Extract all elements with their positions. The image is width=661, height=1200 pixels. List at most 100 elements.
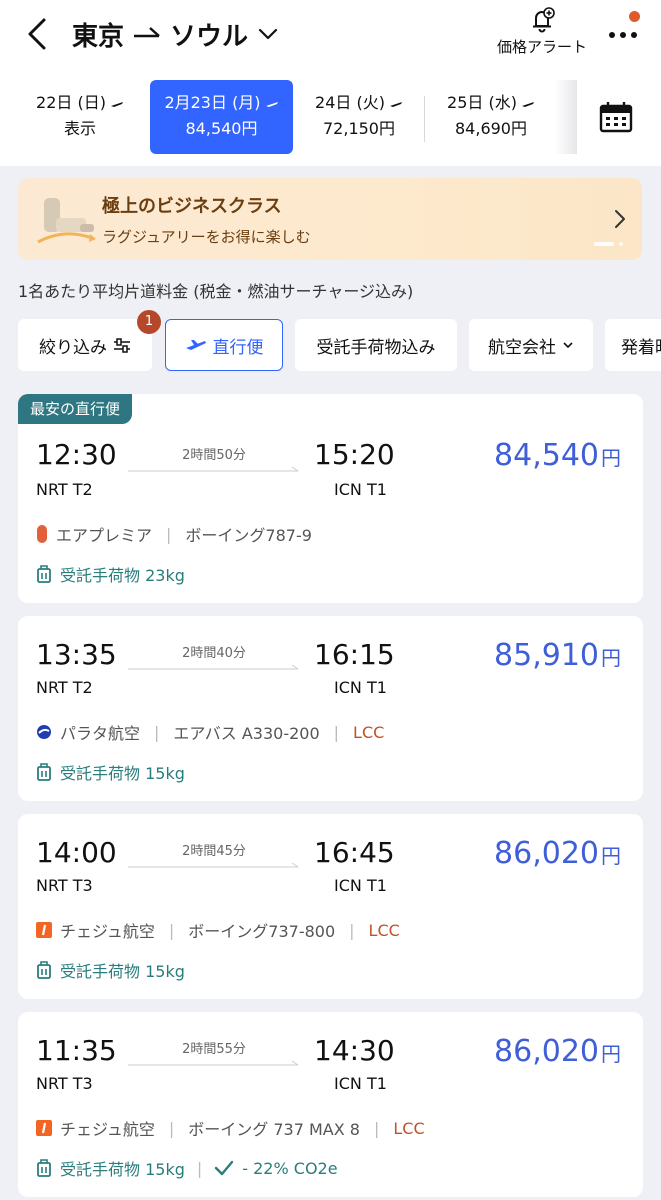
price-alert-label: 価格アラート	[496, 38, 587, 56]
separator: |	[333, 722, 340, 742]
flight-price: 86,020 円	[494, 1034, 621, 1069]
date-sub: 表示	[63, 119, 96, 138]
arrival-time: 14:30	[314, 1034, 395, 1067]
arrival-airport: ICN T1	[334, 480, 387, 499]
route-selector[interactable]: 東京 ソウル	[72, 14, 278, 54]
date-option[interactable]: 22日 (日) 表示	[24, 80, 136, 154]
date-label: 22日 (日)	[36, 93, 106, 112]
refine-filter-label: 絞り込み	[39, 337, 107, 358]
airline-info: チェジュ航空 | ボーイング737-800 | LCC	[36, 918, 400, 942]
luggage-icon	[37, 1159, 51, 1177]
flight-card[interactable]: 11:35 2時間55分 14:30 86,020 円 NRT T3 ICN T1…	[18, 1012, 643, 1197]
currency: 円	[601, 1042, 621, 1066]
origin-city: 東京	[72, 21, 125, 52]
baggage-filter[interactable]: 受託手荷物込み	[295, 319, 457, 371]
baggage-allowance: 受託手荷物 15kg	[60, 962, 185, 981]
luggage-icon	[37, 565, 51, 583]
plane-icon	[521, 101, 534, 107]
plane-icon	[110, 101, 123, 107]
separator: |	[168, 920, 175, 940]
airline-name: チェジュ航空	[60, 1120, 155, 1139]
date-price: 84,690円	[455, 119, 527, 138]
checkmark-icon	[215, 1160, 234, 1176]
date-label: 25日 (水)	[447, 93, 517, 112]
price-value: 86,020	[494, 1034, 599, 1069]
airline-info: パラタ航空 | エアバス A330-200 | LCC	[36, 720, 384, 744]
arrival-airport: ICN T1	[334, 1074, 387, 1093]
aircraft-type: ボーイング787-9	[185, 526, 312, 545]
flight-card[interactable]: 13:35 2時間40分 16:15 85,910 円 NRT T2 ICN T1…	[18, 616, 643, 801]
flight-duration: 2時間40分	[182, 646, 246, 661]
separator: |	[349, 920, 355, 940]
flight-duration: 2時間50分	[182, 448, 246, 463]
lcc-label: LCC	[353, 722, 385, 742]
jeju-air-logo-icon	[36, 922, 52, 938]
price-value: 86,020	[494, 836, 599, 871]
duration-line	[128, 1060, 299, 1066]
price-value: 85,910	[494, 638, 599, 673]
date-option[interactable]: 24日 (火) 72,150円	[300, 80, 418, 154]
duration-line	[128, 466, 299, 472]
notification-dot	[629, 11, 640, 22]
sliders-icon	[114, 338, 130, 353]
departure-time: 12:30	[36, 438, 117, 471]
departure-time: 11:35	[36, 1034, 117, 1067]
price-alert-button[interactable]: 価格アラート	[494, 6, 590, 60]
luggage-icon	[37, 763, 51, 781]
arrival-airport: ICN T1	[334, 678, 387, 697]
calendar-icon[interactable]	[598, 100, 634, 134]
separator: |	[373, 1118, 380, 1138]
lcc-label: LCC	[393, 1118, 425, 1138]
date-price: 84,540円	[185, 119, 258, 138]
date-option[interactable]: 25日 (水) 84,690円	[432, 80, 550, 154]
filter-bar: 絞り込み 直行便 受託手荷物込み 航空会社 発着時	[18, 319, 661, 371]
chevron-down-icon	[258, 28, 278, 40]
separator: |	[196, 1158, 203, 1178]
top-bar: 東京 ソウル 価格アラート	[0, 0, 661, 70]
airline-filter[interactable]: 航空会社	[469, 319, 593, 371]
airline-name: チェジュ航空	[60, 922, 155, 941]
chevron-right-icon	[615, 210, 625, 228]
plane-icon	[265, 101, 278, 107]
date-option-selected[interactable]: 2月23日 (月) 84,540円	[150, 80, 293, 154]
baggage-info: 受託手荷物 23kg	[36, 562, 185, 586]
date-price: 72,150円	[323, 119, 395, 138]
jeju-air-logo-icon	[36, 1120, 52, 1136]
plane-icon	[389, 101, 402, 107]
baggage-info: 受託手荷物 15kg	[36, 760, 185, 784]
airline-info: チェジュ航空 | ボーイング 737 MAX 8 | LCC	[36, 1116, 425, 1140]
baggage-allowance: 受託手荷物 23kg	[60, 566, 185, 585]
cheapest-direct-tag: 最安の直行便	[18, 394, 133, 424]
departure-airport: NRT T3	[36, 876, 93, 895]
currency: 円	[601, 646, 621, 670]
back-arrow-icon[interactable]	[22, 14, 52, 54]
departure-time-filter[interactable]: 発着時	[605, 319, 661, 371]
airline-name: エアプレミア	[56, 526, 153, 545]
fare-note: 1名あたり平均片道料金 (税金・燃油サーチャージ込み)	[18, 282, 414, 301]
business-class-banner[interactable]: 極上のビジネスクラス ラグジュアリーをお得に楽しむ	[18, 178, 642, 260]
scroll-fade	[555, 80, 577, 154]
direct-flight-filter[interactable]: 直行便	[165, 319, 283, 371]
currency: 円	[601, 446, 621, 470]
baggage-info: 受託手荷物 15kg | - 22% CO2e	[36, 1156, 338, 1180]
business-seat-image	[37, 198, 96, 244]
banner-title: 極上のビジネスクラス	[102, 196, 282, 217]
flight-card[interactable]: 最安の直行便 12:30 2時間50分 15:20 84,540 円 NRT T2…	[18, 394, 643, 603]
airline-filter-label: 航空会社	[488, 337, 556, 358]
arrival-time: 15:20	[314, 438, 395, 471]
separator: |	[168, 1118, 175, 1138]
flight-card[interactable]: 14:00 2時間45分 16:45 86,020 円 NRT T3 ICN T1…	[18, 814, 643, 999]
carousel-indicator	[594, 242, 623, 246]
parata-air-logo-icon	[37, 725, 51, 739]
airline-info: エアプレミア | ボーイング787-9	[36, 522, 312, 546]
separator: |	[166, 524, 172, 544]
more-options-icon[interactable]	[606, 20, 640, 50]
luggage-icon	[37, 961, 51, 979]
refine-filter-button[interactable]: 絞り込み	[18, 319, 152, 371]
arrival-airport: ICN T1	[334, 876, 387, 895]
baggage-allowance: 受託手荷物 15kg	[60, 1160, 185, 1179]
banner-subtitle: ラグジュアリーをお得に楽しむ	[102, 228, 311, 246]
flight-duration: 2時間55分	[182, 1042, 246, 1057]
duration-line	[128, 862, 299, 868]
aircraft-type: ボーイング 737 MAX 8	[188, 1120, 360, 1139]
